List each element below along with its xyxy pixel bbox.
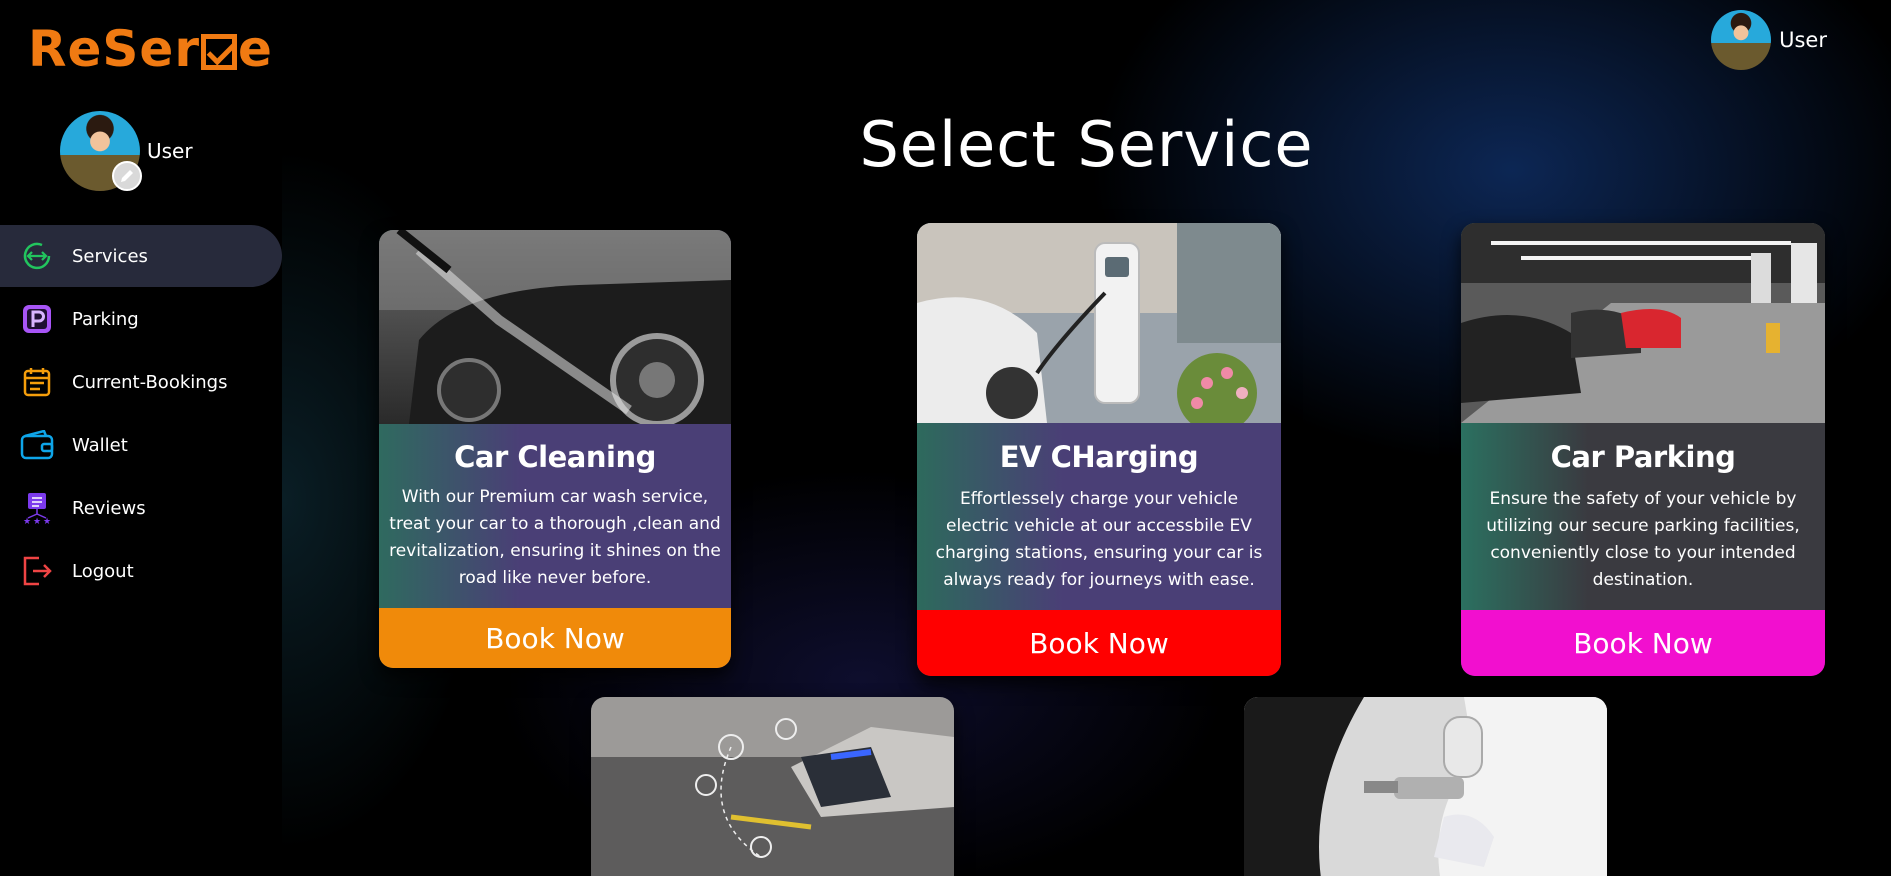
card-title: Car Parking [1550, 440, 1736, 474]
svg-text:★: ★ [43, 517, 51, 525]
logo-check-icon [201, 34, 237, 70]
card-body: Car Parking Ensure the safety of your ve… [1461, 423, 1825, 610]
wallet-icon [20, 428, 54, 462]
car-painting-image [1244, 697, 1607, 876]
header-user-name: User [1779, 28, 1827, 52]
book-now-button[interactable]: Book Now [1461, 610, 1825, 676]
sidebar-item-reviews[interactable]: ★ ★ ★ Reviews [0, 477, 282, 539]
svg-text:★: ★ [33, 517, 41, 525]
sidebar-item-logout[interactable]: Logout [0, 540, 282, 602]
service-card-car-parking: Car Parking Ensure the safety of your ve… [1461, 223, 1825, 676]
sidebar-item-label: Current-Bookings [72, 371, 228, 393]
sidebar-item-services[interactable]: Services [0, 225, 282, 287]
parking-icon [20, 302, 54, 336]
svg-text:★: ★ [23, 517, 31, 525]
main-content: User Select Service Car Cleaning With ou… [282, 0, 1891, 876]
ev-charging-image [917, 223, 1281, 423]
car-cleaning-image [379, 230, 731, 424]
sidebar: ReSer e User Services Parking Current-Boo… [0, 0, 282, 876]
sidebar-item-parking[interactable]: Parking [0, 288, 282, 350]
card-body: EV CHarging Effortlessely charge your ve… [917, 423, 1281, 610]
sidebar-item-wallet[interactable]: Wallet [0, 414, 282, 476]
book-now-button[interactable]: Book Now [379, 608, 731, 668]
sidebar-item-label: Parking [72, 308, 139, 330]
header-user[interactable]: User [1711, 10, 1827, 70]
logout-icon [20, 554, 54, 588]
profile-name: User [147, 139, 193, 163]
service-card-ev-charging: EV CHarging Effortlessely charge your ve… [917, 223, 1281, 676]
book-now-button[interactable]: Book Now [917, 610, 1281, 676]
avatar[interactable] [1711, 10, 1772, 70]
car-repair-image [591, 697, 954, 876]
card-description: Effortlessely charge your vehicle electr… [935, 489, 1263, 590]
calendar-icon [20, 365, 54, 399]
reviews-icon: ★ ★ ★ [20, 491, 54, 525]
logo[interactable]: ReSer e [28, 18, 273, 80]
services-icon [20, 239, 54, 273]
sidebar-item-current-bookings[interactable]: Current-Bookings [0, 351, 282, 413]
service-card-repair [591, 697, 954, 876]
card-title: Car Cleaning [454, 440, 656, 474]
car-parking-image [1461, 223, 1825, 423]
card-title: EV CHarging [999, 440, 1199, 474]
card-description: With our Premium car wash service, treat… [389, 487, 721, 588]
card-description: Ensure the safety of your vehicle by uti… [1486, 489, 1800, 590]
edit-avatar-icon[interactable] [112, 161, 142, 191]
card-body: Car Cleaning With our Premium car wash s… [379, 424, 731, 608]
sidebar-item-label: Services [72, 245, 148, 267]
sidebar-item-label: Logout [72, 560, 134, 582]
sidebar-item-label: Reviews [72, 497, 146, 519]
sidebar-item-label: Wallet [72, 434, 128, 456]
sidebar-nav: Services Parking Current-Bookings Wallet… [0, 225, 282, 603]
service-card-car-cleaning: Car Cleaning With our Premium car wash s… [379, 230, 731, 668]
sidebar-profile: User [60, 111, 260, 193]
service-card-painting [1244, 697, 1607, 876]
page-title: Select Service [859, 108, 1314, 181]
